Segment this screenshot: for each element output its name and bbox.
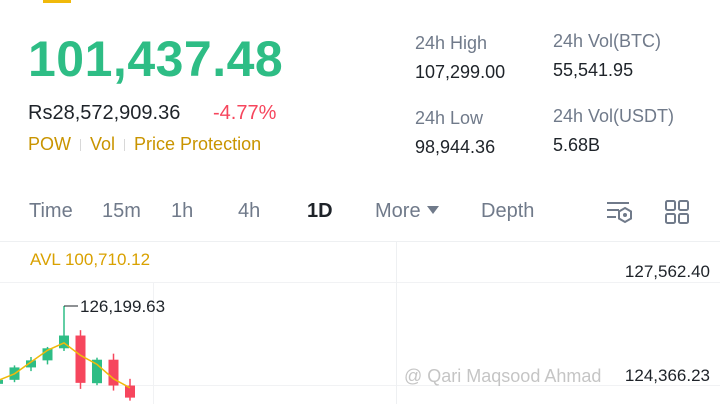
price-axis-label-bottom: 124,366.23 — [624, 366, 710, 385]
tab-1d[interactable]: 1D — [307, 200, 333, 223]
tag-divider — [124, 138, 126, 151]
tag-row: POW Vol Price Protection — [28, 134, 261, 155]
tag-divider — [80, 138, 81, 151]
tab-more[interactable]: More — [375, 200, 439, 223]
tab-time[interactable]: Time — [29, 200, 73, 223]
vol-usdt-value: 5.68B — [553, 135, 601, 155]
tag-vol[interactable]: Vol — [90, 134, 115, 155]
low-label: 24h Low — [415, 108, 484, 128]
vol-btc-value: 55,541.95 — [553, 60, 634, 80]
indicator-settings-icon[interactable] — [604, 198, 634, 226]
chart-gridline-vertical — [396, 241, 397, 404]
vol-usdt-label: 24h Vol(USDT) — [553, 106, 675, 126]
avl-indicator: AVL 100,710.12 — [30, 250, 151, 269]
high-label: 24h High — [415, 33, 488, 53]
tab-more-label: More — [375, 200, 421, 222]
price-axis-label-top: 127,562.40 — [624, 262, 710, 281]
low-value: 98,944.36 — [415, 137, 496, 157]
candle-body — [75, 335, 86, 383]
tag-price-protection[interactable]: Price Protection — [134, 134, 261, 155]
grid-layout-icon[interactable] — [664, 199, 690, 225]
tab-4h[interactable]: 4h — [238, 200, 260, 223]
candle-body — [108, 359, 119, 386]
tab-depth[interactable]: Depth — [481, 200, 534, 223]
price-change-percent: -4.77% — [213, 102, 277, 124]
last-price: 101,437.48 — [28, 31, 284, 87]
tab-1h[interactable]: 1h — [171, 200, 193, 223]
candle-body — [0, 379, 3, 384]
high-marker-label: 126,199.63 — [80, 297, 166, 316]
candlestick-chart[interactable] — [0, 282, 396, 404]
fiat-price: Rs28,572,909.36 — [28, 102, 181, 124]
tab-15m[interactable]: 15m — [102, 200, 141, 223]
vol-btc-label: 24h Vol(BTC) — [553, 31, 662, 51]
high-value: 107,299.00 — [415, 62, 506, 82]
watermark: @ Qari Maqsood Ahmad — [404, 366, 602, 386]
caret-down-icon — [426, 206, 439, 214]
tag-pow[interactable]: POW — [28, 134, 71, 155]
tab-indicator — [43, 0, 71, 3]
chart-top-divider — [0, 241, 720, 242]
